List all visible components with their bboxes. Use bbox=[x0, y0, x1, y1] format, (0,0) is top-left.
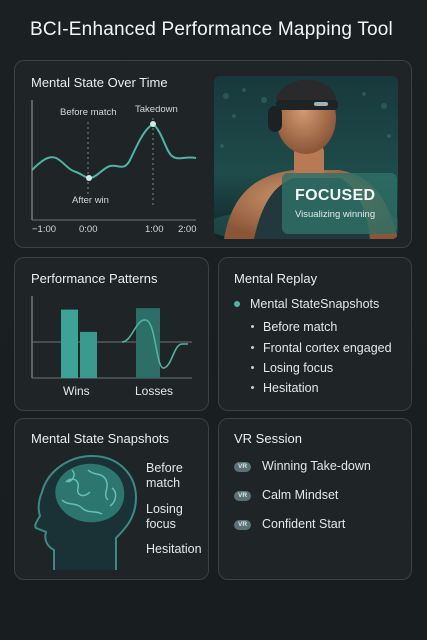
snapshot-label-before-match[interactable]: Before match bbox=[146, 461, 183, 491]
vr-item[interactable]: Calm Mindset bbox=[262, 488, 338, 502]
snapshot-label-losing-focus[interactable]: Losing focus bbox=[146, 502, 183, 532]
bar-wins[interactable] bbox=[61, 309, 78, 378]
replay-item[interactable]: Hesitation bbox=[263, 381, 319, 395]
bar-losses[interactable] bbox=[136, 308, 160, 378]
vr-title: VR Session bbox=[234, 431, 302, 446]
vr-headset-icon: VR bbox=[234, 462, 251, 472]
vr-headset-icon: VR bbox=[234, 520, 251, 530]
vr-headset-icon: VR bbox=[234, 491, 251, 501]
replay-item[interactable]: Losing focus bbox=[263, 361, 333, 375]
replay-title: Mental Replay bbox=[234, 271, 318, 286]
bullet bbox=[251, 346, 254, 349]
bullet bbox=[251, 325, 254, 328]
vr-item[interactable]: Confident Start bbox=[262, 517, 345, 531]
replay-heading-dot bbox=[234, 301, 240, 307]
replay-item[interactable]: Frontal cortex engaged bbox=[263, 341, 392, 355]
head-brain-icon bbox=[34, 454, 138, 570]
replay-item[interactable]: Before match bbox=[263, 320, 337, 334]
label-wins: Wins bbox=[63, 384, 90, 398]
app-window: BCI-Enhanced Performance Mapping Tool Me… bbox=[0, 0, 427, 640]
label-losses: Losses bbox=[135, 384, 174, 398]
bullet bbox=[251, 386, 254, 389]
snapshot-label-hesitation[interactable]: Hesitation bbox=[146, 542, 202, 556]
vr-item[interactable]: Winning Take-down bbox=[262, 459, 371, 473]
snapshots-title: Mental State Snapshots bbox=[31, 431, 170, 446]
bar-wins[interactable] bbox=[80, 331, 97, 378]
bullet bbox=[251, 366, 254, 369]
replay-heading: Mental StateSnapshots bbox=[250, 297, 380, 311]
